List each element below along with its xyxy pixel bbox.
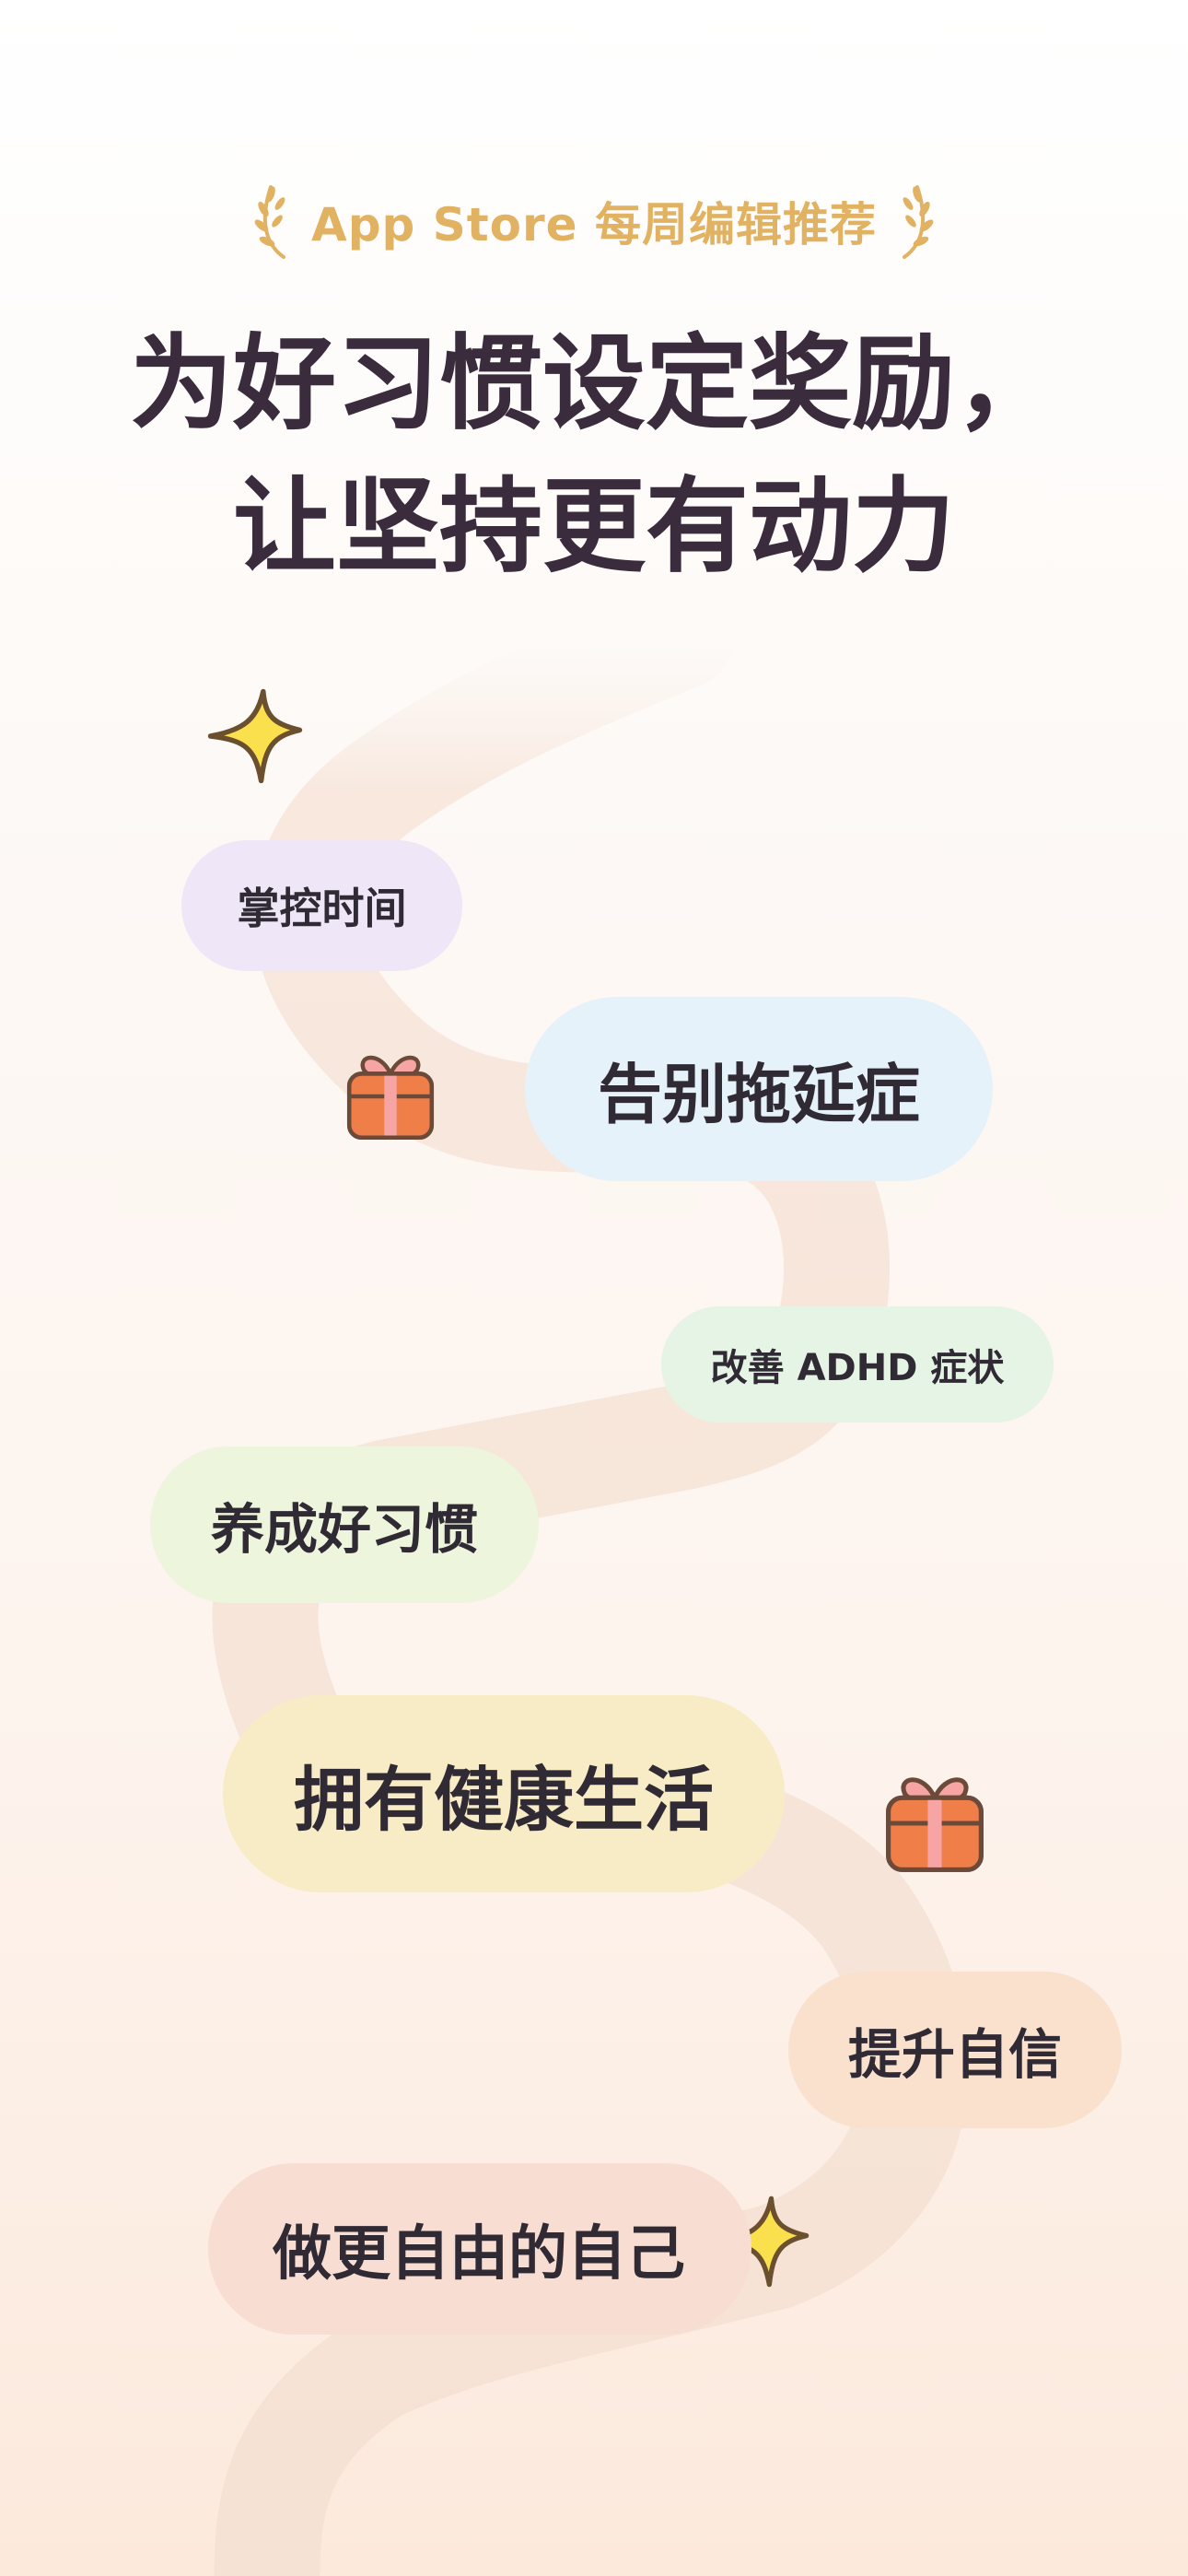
milestone-pill: 告别拖延症	[525, 997, 993, 1181]
milestone-label: 提升自信	[847, 2023, 1062, 2086]
milestone-pill: 做更自由的自己	[208, 2163, 751, 2335]
milestone-pill: 提升自信	[788, 1972, 1122, 2128]
gift-box-icon	[886, 1777, 984, 1872]
milestone-label: 养成好习惯	[210, 1498, 478, 1561]
headline-line-2: 让坚持更有动力	[233, 467, 955, 587]
promo-screen: App Store 每周编辑推荐 为好习惯设定奖励， 让坚持更有动力 掌控时间 …	[0, 0, 1188, 2576]
milestone-label: 改善 ADHD 症状	[710, 1347, 1005, 1389]
badge-text: App Store 每周编辑推荐	[311, 198, 877, 252]
laurel-right-icon	[902, 185, 934, 259]
milestone-pill: 掌控时间	[181, 840, 462, 971]
editors-choice-badge: App Store 每周编辑推荐	[0, 175, 1188, 267]
milestone-label: 掌控时间	[237, 884, 407, 933]
milestone-label: 做更自由的自己	[273, 2220, 685, 2289]
milestone-pill: 养成好习惯	[150, 1446, 539, 1603]
laurel-left-icon	[254, 185, 286, 259]
gift-box-icon	[346, 1055, 435, 1141]
milestone-label: 拥有健康生活	[294, 1759, 714, 1841]
milestone-label: 告别拖延症	[598, 1056, 920, 1132]
milestone-pill: 改善 ADHD 症状	[661, 1306, 1054, 1423]
headline-line-1: 为好习惯设定奖励，	[130, 324, 1058, 444]
sparkle-star-icon	[207, 688, 303, 784]
milestone-pill: 拥有健康生活	[223, 1695, 785, 1892]
headline: 为好习惯设定奖励， 让坚持更有动力	[0, 313, 1188, 599]
